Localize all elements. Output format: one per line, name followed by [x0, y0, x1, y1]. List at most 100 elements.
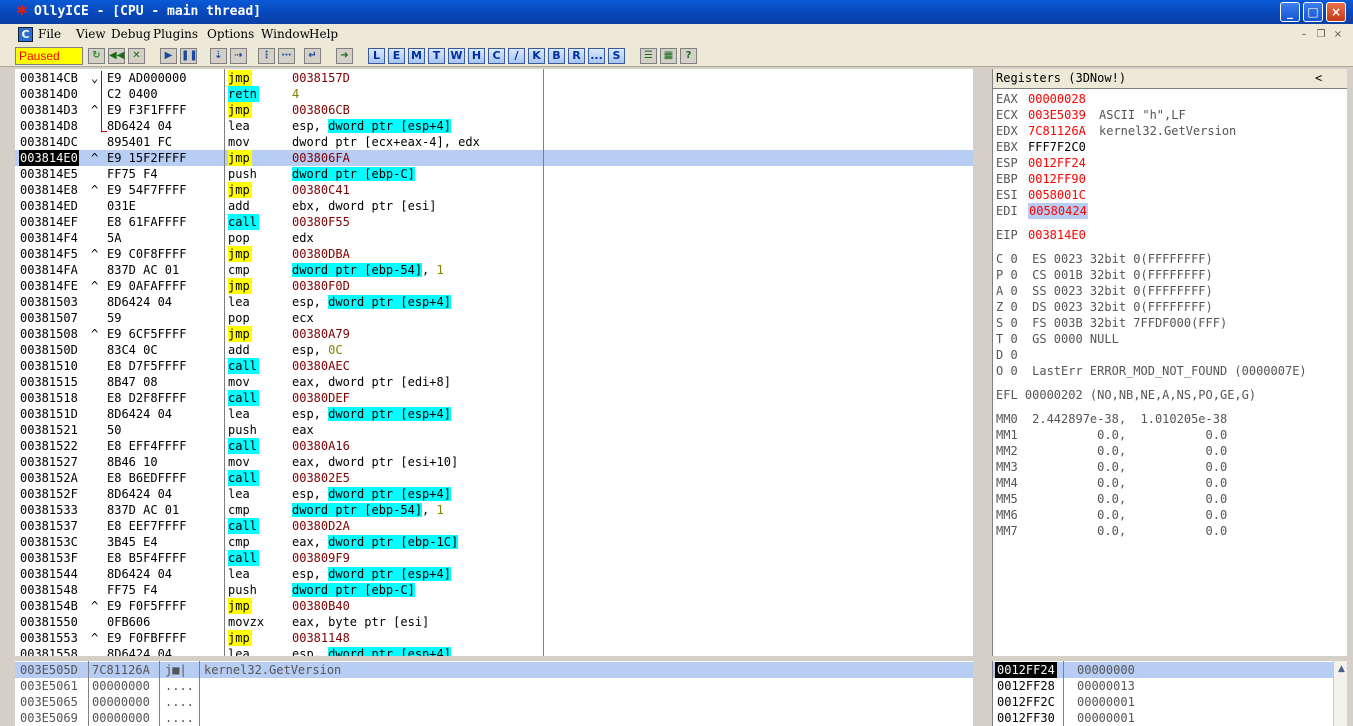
disasm-row[interactable]: 00381548 FF75 F4 push dword ptr [ebp-C]: [15, 582, 973, 598]
register-row[interactable]: EBX FFF7F2C0: [993, 139, 1347, 155]
register-value[interactable]: 00000028: [1028, 91, 1086, 107]
disasm-row[interactable]: 003814EF E8 61FAFFFF call 00380F55: [15, 214, 973, 230]
flag-row[interactable]: D 0: [996, 347, 1347, 363]
disasm-row[interactable]: 0038152F 8D6424 04 lea esp, dword ptr [esp+…: [15, 486, 973, 502]
step-over-icon[interactable]: ⇢: [230, 48, 247, 64]
disasm-row[interactable]: 0038152A E8 B6EDFFFF call 003802E5: [15, 470, 973, 486]
menu-window[interactable]: Window: [261, 27, 310, 41]
handles-window-button[interactable]: H: [468, 48, 485, 64]
source-window-button[interactable]: S: [608, 48, 625, 64]
register-row[interactable]: EIP 003814E0: [993, 227, 1347, 243]
minimize-button[interactable]: _: [1280, 2, 1300, 22]
maximize-button[interactable]: □: [1303, 2, 1323, 22]
register-value[interactable]: FFF7F2C0: [1028, 139, 1086, 155]
disasm-row[interactable]: 003814ED 031E add ebx, dword ptr [esi]: [15, 198, 973, 214]
flag-row[interactable]: S 0 FS 003B 32bit 7FFDF000(FFF): [996, 315, 1347, 331]
menu-view[interactable]: View: [76, 27, 106, 41]
menu-plugins[interactable]: Plugins: [153, 27, 198, 41]
go-to-icon[interactable]: ➜: [336, 48, 353, 64]
disasm-row[interactable]: 003814E0 ^ E9 15F2FFFF jmp 003806FA: [15, 150, 973, 166]
disasm-row[interactable]: 003814D8 8D6424 04 lea esp, dword ptr [esp+…: [15, 118, 973, 134]
memory-window-button[interactable]: M: [408, 48, 425, 64]
disasm-row[interactable]: 003814D0 C2 0400 retn 4: [15, 86, 973, 102]
disasm-row[interactable]: 003814FE ^ E9 0AFAFFFF jmp 00380F0D: [15, 278, 973, 294]
mmx-row[interactable]: MM2 0.0, 0.0: [996, 443, 1347, 459]
modules-window-button[interactable]: E: [388, 48, 405, 64]
disasm-row[interactable]: 003814F5 ^ E9 C0F8FFFF jmp 00380DBA: [15, 246, 973, 262]
debugging-options-icon[interactable]: ☰: [640, 48, 657, 64]
register-value[interactable]: 003E5039: [1028, 107, 1086, 123]
scroll-up-icon[interactable]: ▲: [1335, 663, 1347, 676]
disasm-row[interactable]: 003814D3 ^ E9 F3F1FFFF jmp 003806CB: [15, 102, 973, 118]
mmx-row[interactable]: MM1 0.0, 0.0: [996, 427, 1347, 443]
register-row[interactable]: EDI 00580424: [993, 203, 1347, 219]
register-value[interactable]: 7C81126A: [1028, 123, 1086, 139]
mmx-row[interactable]: MM3 0.0, 0.0: [996, 459, 1347, 475]
mmx-row[interactable]: MM6 0.0, 0.0: [996, 507, 1347, 523]
dump-pane[interactable]: 003E505D 7C81126A j■| kernel32.GetVersion 00…: [15, 661, 973, 726]
windows-window-button[interactable]: W: [448, 48, 465, 64]
pause-icon[interactable]: ❚❚: [180, 48, 198, 64]
menu-options[interactable]: Options: [207, 27, 254, 41]
disasm-row[interactable]: 0038150D 83C4 0C add esp, 0C: [15, 342, 973, 358]
log-window-button[interactable]: L: [368, 48, 385, 64]
disasm-row[interactable]: 003814E5 FF75 F4 push dword ptr [ebp-C]: [15, 166, 973, 182]
register-row[interactable]: EBP 0012FF90: [993, 171, 1347, 187]
menu-file[interactable]: File: [38, 27, 61, 41]
restart-icon[interactable]: ◀◀: [108, 48, 125, 64]
stack-pane[interactable]: 0012FF24 00000000 0012FF28 00000013 0012FF2C…: [992, 661, 1347, 726]
mmx-row[interactable]: MM7 0.0, 0.0: [996, 523, 1347, 539]
call-stack-button[interactable]: K: [528, 48, 545, 64]
threads-window-button[interactable]: T: [428, 48, 445, 64]
register-value[interactable]: 003814E0: [1028, 227, 1086, 243]
mdi-restore-icon[interactable]: ❐: [1314, 28, 1328, 41]
disassembly-pane[interactable]: 003814CB ⌄ E9 AD000000 jmp 0038157D 003814D0 C…: [15, 69, 973, 656]
menu-debug[interactable]: Debug: [111, 27, 151, 41]
breakpoints-window-button[interactable]: B: [548, 48, 565, 64]
disasm-row[interactable]: 00381550 0FB606 movzx eax, byte ptr [esi]: [15, 614, 973, 630]
stack-row[interactable]: 0012FF2C 00000001: [993, 694, 1347, 710]
register-value[interactable]: 0058001C: [1028, 187, 1086, 203]
disasm-row[interactable]: 003814DC 895401 FC mov dword ptr [ecx+eax-4…: [15, 134, 973, 150]
register-row[interactable]: ECX 003E5039 ASCII "h",LF: [993, 107, 1347, 123]
cpu-window-button[interactable]: C: [488, 48, 505, 64]
disasm-row[interactable]: 00381503 8D6424 04 lea esp, dword ptr [esp+…: [15, 294, 973, 310]
disasm-row[interactable]: 00381553 ^ E9 F0FBFFFF jmp 00381148: [15, 630, 973, 646]
disasm-row[interactable]: 00381527 8B46 10 mov eax, dword ptr [esi+10…: [15, 454, 973, 470]
cpu-window-icon[interactable]: C: [18, 27, 33, 42]
disasm-row[interactable]: 00381537 E8 EEF7FFFF call 00380D2A: [15, 518, 973, 534]
collapse-icon[interactable]: <: [1315, 71, 1322, 85]
stack-row[interactable]: 0012FF28 00000013: [993, 678, 1347, 694]
disasm-row[interactable]: 00381533 837D AC 01 cmp dword ptr [ebp-54],…: [15, 502, 973, 518]
register-row[interactable]: EAX 00000028: [993, 91, 1347, 107]
disasm-row[interactable]: 00381515 8B47 08 mov eax, dword ptr [edi+8]: [15, 374, 973, 390]
patches-window-button[interactable]: /: [508, 48, 525, 64]
register-row[interactable]: ESP 0012FF24: [993, 155, 1347, 171]
flag-row[interactable]: T 0 GS 0000 NULL: [996, 331, 1347, 347]
disasm-row[interactable]: 00381521 50 push eax: [15, 422, 973, 438]
disasm-row[interactable]: 00381507 59 pop ecx: [15, 310, 973, 326]
disasm-row[interactable]: 00381518 E8 D2F8FFFF call 00380DEF: [15, 390, 973, 406]
disasm-row[interactable]: 00381508 ^ E9 6CF5FFFF jmp 00380A79: [15, 326, 973, 342]
references-window-button[interactable]: R: [568, 48, 585, 64]
registers-pane[interactable]: Registers (3DNow!) < EAX 00000028 ECX 003E5…: [992, 69, 1347, 656]
menu-help[interactable]: Help: [309, 27, 338, 41]
disasm-row[interactable]: 003814FA 837D AC 01 cmp dword ptr [ebp-54],…: [15, 262, 973, 278]
trace-into-icon[interactable]: ⋮: [258, 48, 275, 64]
flag-row[interactable]: O 0 LastErr ERROR_MOD_NOT_FOUND (0000007…: [996, 363, 1347, 379]
disasm-row[interactable]: 00381510 E8 D7F5FFFF call 00380AEC: [15, 358, 973, 374]
help-icon[interactable]: ?: [680, 48, 697, 64]
efl-row[interactable]: EFL 00000202 (NO,NB,NE,A,NS,PO,GE,G): [996, 387, 1347, 403]
register-value[interactable]: 0012FF90: [1028, 171, 1086, 187]
step-into-icon[interactable]: ⇣: [210, 48, 227, 64]
trace-over-icon[interactable]: ⋯: [278, 48, 295, 64]
disasm-row[interactable]: 0038153F E8 B5F4FFFF call 003809F9: [15, 550, 973, 566]
disasm-row[interactable]: 0038154B ^ E9 F0F5FFFF jmp 00380B40: [15, 598, 973, 614]
flag-row[interactable]: C 0 ES 0023 32bit 0(FFFFFFFF): [996, 251, 1347, 267]
mmx-row[interactable]: MM4 0.0, 0.0: [996, 475, 1347, 491]
close-button[interactable]: ×: [1326, 2, 1346, 22]
flag-row[interactable]: Z 0 DS 0023 32bit 0(FFFFFFFF): [996, 299, 1347, 315]
disasm-row[interactable]: 003814E8 ^ E9 54F7FFFF jmp 00380C41: [15, 182, 973, 198]
mmx-row[interactable]: MM0 2.442897e-38, 1.010205e-38: [996, 411, 1347, 427]
disasm-row[interactable]: 0038153C 3B45 E4 cmp eax, dword ptr [ebp-1C…: [15, 534, 973, 550]
